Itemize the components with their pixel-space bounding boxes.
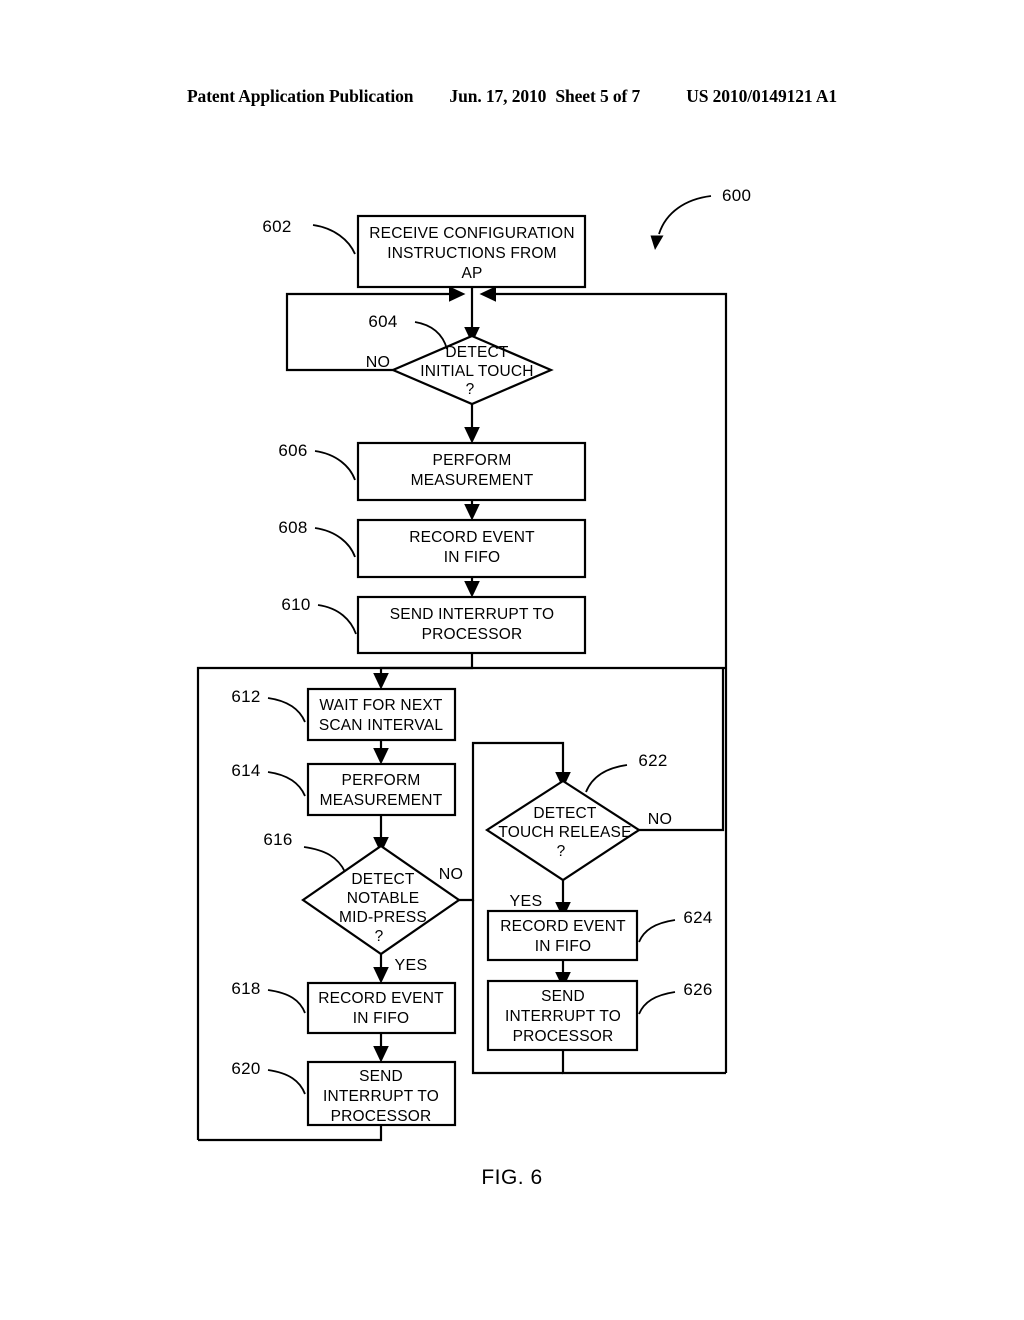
leader-606 <box>314 450 356 481</box>
leader-616 <box>303 846 346 873</box>
connector-622-no-to-rail <box>639 668 725 832</box>
figure-ref-600: 600 <box>650 186 751 250</box>
node-620-line3: PROCESSOR <box>331 1108 432 1125</box>
node-614-line1: PERFORM <box>342 772 421 789</box>
leader-600-arrowhead <box>650 235 664 250</box>
ref-label-604: 604 <box>368 312 397 331</box>
node-612-line2: SCAN INTERVAL <box>319 717 444 734</box>
node-604-line1: DETECT <box>445 344 509 361</box>
leader-620 <box>267 1069 306 1095</box>
node-620: SEND INTERRUPT TO PROCESSOR 620 <box>231 1059 457 1127</box>
ref-label-608: 608 <box>278 518 307 537</box>
ref-label-620: 620 <box>231 1059 260 1078</box>
leader-602 <box>312 224 356 255</box>
node-602-line2: INSTRUCTIONS FROM <box>387 245 557 262</box>
leader-624 <box>638 919 676 943</box>
node-620-line2: INTERRUPT TO <box>323 1088 439 1105</box>
node-618-line1: RECORD EVENT <box>318 990 444 1007</box>
connector-626-to-right-return <box>561 1050 726 1075</box>
node-604-line2: INITIAL TOUCH <box>420 363 533 380</box>
node-626-line1: SEND <box>541 988 585 1005</box>
edge-label-622-yes: YES <box>510 893 543 910</box>
leader-622 <box>585 764 628 793</box>
patent-page: Patent Application Publication Jun. 17, … <box>0 0 1024 1320</box>
ref-label-614: 614 <box>231 761 260 780</box>
node-616-line2: NOTABLE <box>347 890 420 907</box>
leader-614 <box>267 771 306 797</box>
leader-610 <box>317 604 357 635</box>
ref-label-616: 616 <box>263 830 292 849</box>
node-602-line1: RECEIVE CONFIGURATION <box>369 225 574 242</box>
edge-label-604-no: NO <box>366 354 391 371</box>
ref-label-600: 600 <box>722 186 751 205</box>
node-602-line3: AP <box>461 265 482 282</box>
node-616-line1: DETECT <box>351 871 415 888</box>
node-624-line2: IN FIFO <box>535 938 592 955</box>
edge-label-616-no: NO <box>439 866 464 883</box>
edge-label-616-yes: YES <box>395 957 428 974</box>
node-622-line1: DETECT <box>533 805 597 822</box>
node-616-line4: ? <box>375 928 384 945</box>
node-616-line3: MID-PRESS <box>339 909 427 926</box>
node-624-line1: RECORD EVENT <box>500 918 626 935</box>
ref-label-618: 618 <box>231 979 260 998</box>
leader-600 <box>658 195 712 235</box>
leader-608 <box>314 527 356 558</box>
leader-618 <box>267 989 306 1014</box>
node-618: RECORD EVENT IN FIFO 618 <box>231 979 457 1035</box>
node-608-line1: RECORD EVENT <box>409 529 535 546</box>
node-606-line1: PERFORM <box>433 452 512 469</box>
node-622-line3: ? <box>557 843 566 860</box>
ref-label-624: 624 <box>683 908 712 927</box>
leader-626 <box>638 991 676 1015</box>
node-604-line3: ? <box>466 381 475 398</box>
node-612-line1: WAIT FOR NEXT <box>319 697 442 714</box>
node-624: RECORD EVENT IN FIFO 624 <box>486 908 712 962</box>
node-614: PERFORM MEASUREMENT 614 <box>231 761 457 817</box>
node-610: SEND INTERRUPT TO PROCESSOR 610 <box>281 595 587 655</box>
node-606-line2: MEASUREMENT <box>411 472 534 489</box>
ref-label-612: 612 <box>231 687 260 706</box>
ref-label-610: 610 <box>281 595 310 614</box>
leader-612 <box>267 697 306 723</box>
node-614-line2: MEASUREMENT <box>320 792 443 809</box>
connector-layer <box>196 286 728 1142</box>
figure-caption: FIG. 6 <box>481 1166 543 1189</box>
ref-label-626: 626 <box>683 980 712 999</box>
node-610-line2: PROCESSOR <box>422 626 523 643</box>
node-606: PERFORM MEASUREMENT 606 <box>278 441 587 502</box>
node-620-line1: SEND <box>359 1068 403 1085</box>
node-626-line2: INTERRUPT TO <box>505 1008 621 1025</box>
ref-label-606: 606 <box>278 441 307 460</box>
node-626: SEND INTERRUPT TO PROCESSOR 626 <box>486 979 712 1052</box>
node-612: WAIT FOR NEXT SCAN INTERVAL 612 <box>231 687 457 742</box>
ref-label-622: 622 <box>638 751 667 770</box>
node-616: DETECT NOTABLE MID-PRESS ? 616 NO YES <box>263 830 463 974</box>
node-626-line3: PROCESSOR <box>513 1028 614 1045</box>
ref-label-602: 602 <box>262 217 291 236</box>
leader-604 <box>414 321 448 350</box>
connector-620-to-loop <box>198 1125 383 1142</box>
node-604: DETECT INITIAL TOUCH ? 604 NO <box>366 312 554 406</box>
node-622-line2: TOUCH RELEASE <box>498 824 631 841</box>
figure-600: 600 RECEIVE CONFIGURATION INSTRUCTIONS F… <box>0 0 1024 1320</box>
node-602: RECEIVE CONFIGURATION INSTRUCTIONS FROM … <box>262 214 587 289</box>
node-608-line2: IN FIFO <box>444 549 501 566</box>
node-610-line1: SEND INTERRUPT TO <box>390 606 554 623</box>
node-618-line2: IN FIFO <box>353 1010 410 1027</box>
connector-lower-loop-rail <box>196 666 726 1140</box>
edge-label-622-no: NO <box>648 811 673 828</box>
node-608: RECORD EVENT IN FIFO 608 <box>278 518 587 579</box>
